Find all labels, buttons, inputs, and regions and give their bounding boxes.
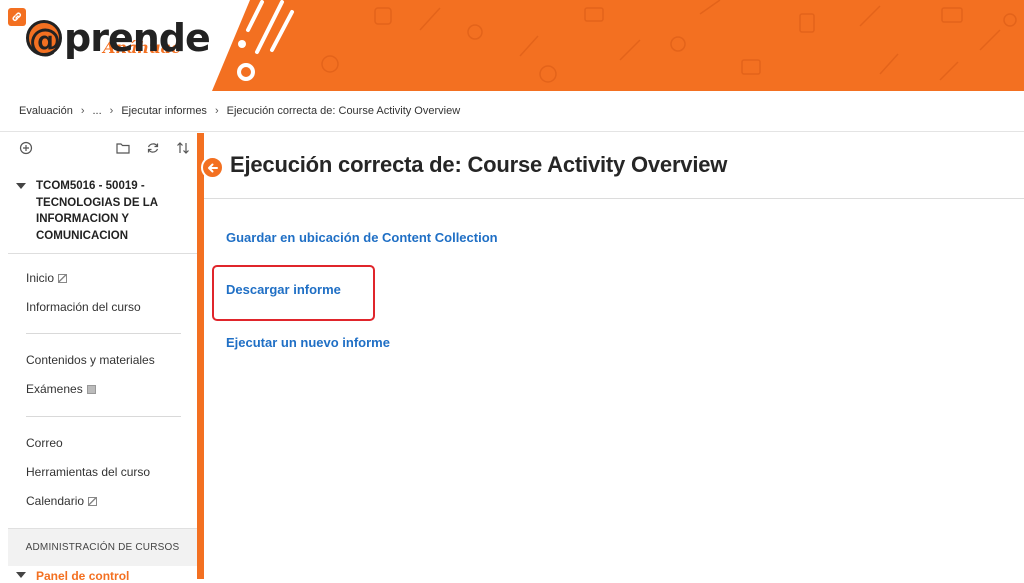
run-new-report-link[interactable]: Ejecutar un nuevo informe: [226, 335, 390, 350]
download-report-link[interactable]: Descargar informe: [226, 282, 341, 297]
course-admin-header: ADMINISTRACIÓN DE CURSOS: [8, 528, 197, 566]
menu-item-examenes[interactable]: Exámenes: [26, 382, 96, 396]
menu-item-label: Información del curso: [26, 300, 141, 314]
external-link-icon: [88, 496, 98, 506]
logo-text: prende: [64, 16, 211, 60]
menu-item-correo[interactable]: Correo: [26, 436, 63, 450]
menu-item-herramientas[interactable]: Herramientas del curso: [26, 465, 150, 479]
menu-divider: [26, 416, 181, 417]
folder-icon[interactable]: [115, 140, 131, 156]
menu-item-label: Calendario: [26, 494, 85, 508]
menu-divider: [26, 333, 181, 334]
collapse-sidebar-button[interactable]: [201, 156, 224, 179]
arrow-left-icon: [207, 163, 218, 172]
save-to-content-collection-link[interactable]: Guardar en ubicación de Content Collecti…: [226, 230, 498, 245]
breadcrumb-separator-icon: ›: [109, 105, 114, 117]
add-icon[interactable]: [18, 140, 34, 156]
caret-down-icon: [16, 572, 26, 578]
main-content: Ejecución correcta de: Course Activity O…: [204, 133, 1024, 579]
aprende-logo[interactable]: @ prende: [26, 16, 211, 60]
breadcrumb-item-current: Ejecución correcta de: Course Activity O…: [226, 105, 461, 117]
sort-icon[interactable]: [175, 140, 191, 156]
menu-item-contenidos[interactable]: Contenidos y materiales: [26, 353, 155, 367]
breadcrumb-item-ejecutar-informes[interactable]: Ejecutar informes: [121, 105, 207, 117]
external-link-icon: [58, 273, 68, 283]
menu-item-label: Exámenes: [26, 382, 83, 396]
panel-de-control-toggle[interactable]: Panel de control: [8, 569, 197, 583]
menu-item-info-curso[interactable]: Información del curso: [26, 300, 141, 314]
menu-item-label: Contenidos y materiales: [26, 353, 155, 367]
site-header: @ prende Anáhuac: [0, 0, 1024, 91]
course-sidebar: TCOM5016 - 50019 - TECNOLOGIAS DE LA INF…: [8, 133, 197, 583]
logo-at-symbol: @: [26, 20, 62, 57]
breadcrumb-separator-icon: ›: [80, 105, 85, 117]
menu-item-label: Herramientas del curso: [26, 465, 151, 479]
breadcrumb-separator-icon: ›: [214, 105, 219, 117]
menu-item-calendario[interactable]: Calendario: [26, 494, 98, 508]
menu-item-inicio[interactable]: Inicio: [26, 271, 68, 285]
breadcrumb-item-ellipsis[interactable]: ...: [93, 105, 102, 117]
link-badge-icon[interactable]: [8, 8, 26, 26]
title-divider: [204, 198, 1024, 199]
caret-down-icon: [16, 183, 26, 189]
breadcrumb-item-evaluacion[interactable]: Evaluación: [19, 105, 73, 117]
sidebar-toolbar: [8, 133, 197, 163]
course-title: TCOM5016 - 50019 - TECNOLOGIAS DE LA INF…: [36, 180, 158, 242]
menu-item-label: Inicio: [26, 271, 55, 285]
content-area-icon: [86, 384, 96, 394]
course-title-toggle[interactable]: TCOM5016 - 50019 - TECNOLOGIAS DE LA INF…: [8, 166, 197, 254]
menu-item-label: Correo: [26, 436, 63, 450]
breadcrumb: Evaluación › ... › Ejecutar informes › E…: [0, 91, 1024, 132]
page-title: Ejecución correcta de: Course Activity O…: [230, 152, 728, 177]
sidebar-divider-bar: [197, 133, 204, 579]
refresh-icon[interactable]: [145, 140, 161, 156]
panel-de-control-label: Panel de control: [36, 569, 130, 583]
